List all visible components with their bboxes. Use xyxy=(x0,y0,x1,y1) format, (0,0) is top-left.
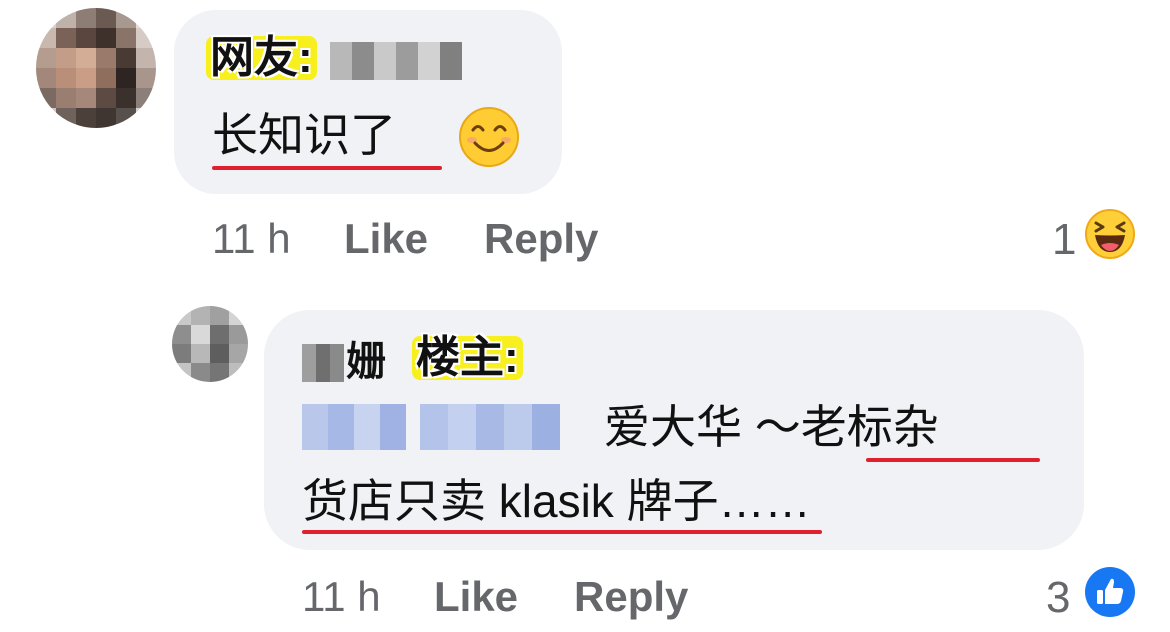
avatar-pixel xyxy=(96,68,116,88)
blurred-mention xyxy=(302,404,560,450)
avatar-pixel xyxy=(56,108,76,128)
avatar[interactable] xyxy=(36,8,156,128)
avatar-pixel xyxy=(56,48,76,68)
avatar-pixel xyxy=(56,8,76,28)
avatar-pixel xyxy=(76,108,96,128)
avatar-pixel xyxy=(116,108,136,128)
avatar-pixel xyxy=(36,48,56,68)
avatar-pixel xyxy=(116,8,136,28)
avatar-pixel xyxy=(229,325,248,344)
avatar-pixel xyxy=(96,108,116,128)
text-underline xyxy=(866,458,1040,462)
avatar-pixel xyxy=(172,363,191,382)
comment-text: 长知识了 xyxy=(212,109,396,161)
like-button[interactable]: Like xyxy=(344,218,428,260)
avatar-pixel xyxy=(172,325,191,344)
avatar-pixel xyxy=(210,363,229,382)
avatar-pixel xyxy=(76,68,96,88)
avatar-pixel xyxy=(191,306,210,325)
avatar[interactable] xyxy=(172,306,248,382)
like-reaction-icon[interactable] xyxy=(1084,566,1136,618)
avatar-pixel xyxy=(116,28,136,48)
avatar-pixel xyxy=(172,344,191,363)
blurred-username xyxy=(302,344,344,382)
avatar-pixel xyxy=(36,68,56,88)
avatar-pixel xyxy=(229,344,248,363)
avatar-pixel xyxy=(229,363,248,382)
text-underline xyxy=(212,166,442,170)
comment-timestamp[interactable]: 11 h xyxy=(212,218,291,260)
text-underline xyxy=(302,530,822,534)
avatar-pixel xyxy=(191,325,210,344)
avatar-pixel xyxy=(210,325,229,344)
avatar-pixel xyxy=(136,108,156,128)
avatar-pixel xyxy=(36,28,56,48)
reply-button[interactable]: Reply xyxy=(574,576,688,618)
avatar-pixel xyxy=(76,48,96,68)
smiling-face-emoji xyxy=(459,107,519,167)
like-button[interactable]: Like xyxy=(434,576,518,618)
avatar-pixel xyxy=(136,68,156,88)
reaction-count[interactable]: 3 xyxy=(1046,576,1070,620)
avatar-pixel xyxy=(76,28,96,48)
avatar-pixel xyxy=(36,108,56,128)
avatar-pixel xyxy=(56,28,76,48)
avatar-pixel xyxy=(191,363,210,382)
reaction-count[interactable]: 1 xyxy=(1052,218,1076,262)
avatar-pixel xyxy=(210,344,229,363)
avatar-pixel xyxy=(136,48,156,68)
avatar-pixel xyxy=(210,306,229,325)
avatar-pixel xyxy=(76,88,96,108)
avatar-pixel xyxy=(136,28,156,48)
avatar-pixel xyxy=(136,8,156,28)
commenter-name[interactable]: 姗 xyxy=(346,342,386,382)
avatar-pixel xyxy=(116,68,136,88)
avatar-pixel xyxy=(136,88,156,108)
avatar-pixel xyxy=(36,8,56,28)
avatar-pixel xyxy=(56,68,76,88)
avatar-pixel xyxy=(229,306,248,325)
blurred-username xyxy=(330,42,462,80)
avatar-pixel xyxy=(76,8,96,28)
commenter-label: 楼主: xyxy=(412,336,523,380)
haha-reaction-icon[interactable] xyxy=(1084,208,1136,260)
avatar-pixel xyxy=(96,28,116,48)
avatar-pixel xyxy=(96,8,116,28)
commenter-label: 网友: xyxy=(206,36,317,80)
reply-button[interactable]: Reply xyxy=(484,218,598,260)
avatar-pixel xyxy=(56,88,76,108)
avatar-pixel xyxy=(116,48,136,68)
avatar-pixel xyxy=(191,344,210,363)
avatar-pixel xyxy=(96,48,116,68)
avatar-pixel xyxy=(172,306,191,325)
comment-text-line-1: 爱大华 ～老标杂 xyxy=(604,401,939,453)
comment-timestamp[interactable]: 11 h xyxy=(302,576,381,618)
avatar-pixel xyxy=(36,88,56,108)
avatar-pixel xyxy=(116,88,136,108)
avatar-pixel xyxy=(96,88,116,108)
comment-text-line-2: 货店只卖 klasik 牌子…… xyxy=(302,475,811,527)
